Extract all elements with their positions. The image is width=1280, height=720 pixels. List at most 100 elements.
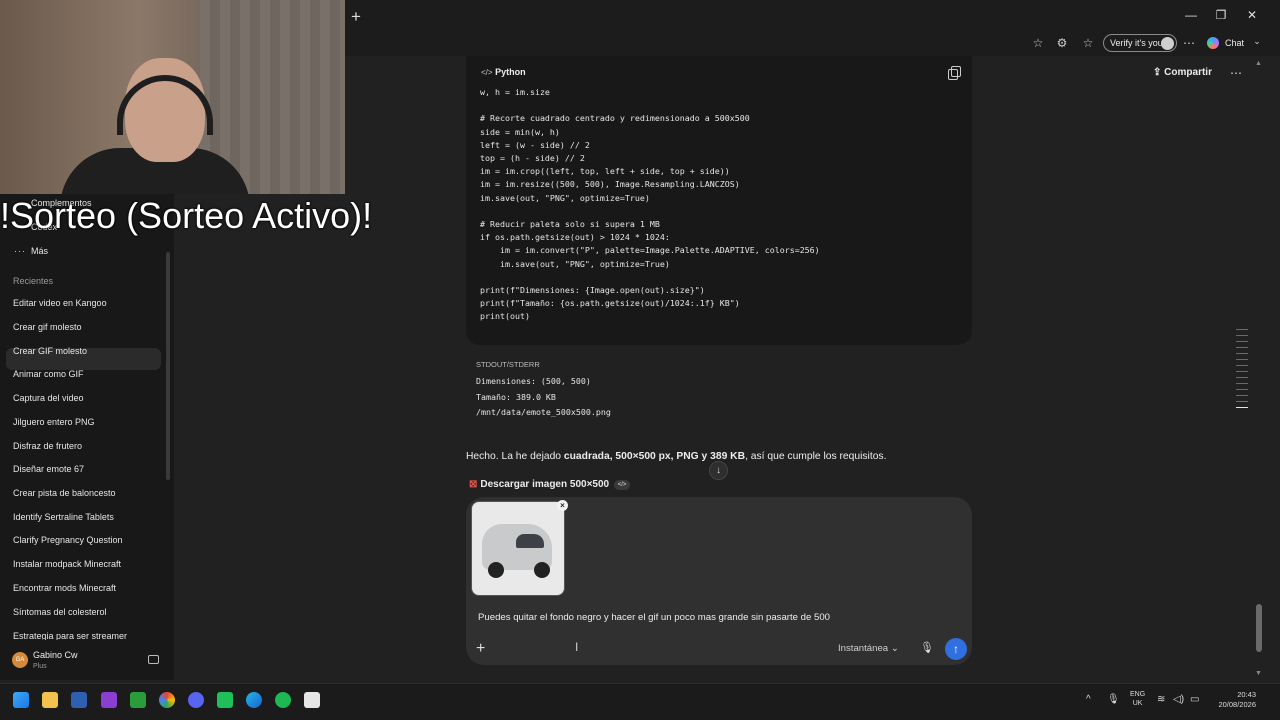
scroll-down-arrow[interactable]: ▼ bbox=[1255, 670, 1262, 677]
user-avatar[interactable]: GA bbox=[12, 652, 28, 668]
code-language: Python bbox=[495, 67, 526, 77]
file-explorer-icon[interactable] bbox=[42, 692, 58, 708]
tray-chevron-icon[interactable]: ^ bbox=[1086, 694, 1091, 705]
spotify-icon[interactable] bbox=[275, 692, 291, 708]
code-badge[interactable]: </> bbox=[614, 480, 631, 490]
page-scrollbar[interactable] bbox=[1256, 604, 1262, 652]
edge-icon[interactable] bbox=[246, 692, 262, 708]
sidebar-scrollbar[interactable] bbox=[166, 252, 170, 480]
sidebar-recent-item[interactable]: Crear pista de baloncesto bbox=[13, 488, 116, 498]
sidebar-item-mas[interactable]: Más bbox=[31, 246, 48, 256]
model-mode-select[interactable]: Instantánea ⌄ bbox=[838, 643, 899, 654]
code-line: im.save(out, "PNG", optimize=True) bbox=[480, 258, 670, 269]
app-icon[interactable] bbox=[101, 692, 117, 708]
screen: + — ❐ ✕ ☆ ⚙ ☆ Verify it's you ⋯ Chat ⌄ C… bbox=[0, 0, 1280, 720]
broken-image-icon: ⊠ bbox=[469, 479, 478, 490]
copy-icon[interactable] bbox=[948, 66, 961, 80]
remove-attachment-icon[interactable]: × bbox=[557, 500, 568, 511]
volume-icon[interactable]: ◁) bbox=[1173, 694, 1184, 705]
more-menu-icon[interactable]: ⋯ bbox=[1181, 36, 1197, 50]
close-window-button[interactable]: ✕ bbox=[1245, 8, 1259, 22]
store-icon[interactable] bbox=[71, 692, 87, 708]
copilot-chat-button[interactable]: Chat bbox=[1225, 38, 1244, 48]
sidebar-recent-item[interactable]: Disfraz de frutero bbox=[13, 441, 82, 451]
code-line: im.save(out, "PNG", optimize=True) bbox=[480, 192, 650, 203]
sidebar-recent-item[interactable]: Crear GIF molesto bbox=[13, 346, 87, 356]
sidebar-recent-item[interactable]: Captura del video bbox=[13, 393, 84, 403]
profile-verify-button[interactable]: Verify it's you bbox=[1103, 34, 1177, 52]
windows-start-icon[interactable] bbox=[13, 692, 29, 708]
code-line: im = im.resize((500, 500), Image.Resampl… bbox=[480, 179, 740, 190]
favorites-icon[interactable]: ☆ bbox=[1080, 36, 1096, 50]
mic-tray-icon[interactable]: 🎙 bbox=[1107, 694, 1120, 705]
code-line: # Recorte cuadrado centrado y redimensio… bbox=[480, 113, 750, 124]
mode-label: Instantánea bbox=[838, 643, 889, 654]
scroll-down-button[interactable]: ↓ bbox=[709, 461, 728, 480]
download-link[interactable]: ⊠ Descargar imagen 500×500 </> bbox=[469, 479, 631, 490]
user-name[interactable]: Gabino Cw bbox=[33, 650, 78, 660]
webcam-overlay bbox=[0, 0, 345, 194]
code-line: # Reducir paleta solo si supera 1 MB bbox=[480, 219, 660, 230]
time: 20:43 bbox=[1237, 690, 1256, 699]
minimize-button[interactable]: — bbox=[1184, 8, 1198, 22]
app-icon[interactable] bbox=[217, 692, 233, 708]
code-line: print(f"Dimensiones: {Image.open(out).si… bbox=[480, 285, 705, 296]
share-button[interactable]: ⇪ Compartir bbox=[1153, 67, 1212, 78]
code-content: w, h = im.size # Recorte cuadrado centra… bbox=[480, 86, 820, 324]
sidebar-recent-item[interactable]: Síntomas del colesterol bbox=[13, 607, 107, 617]
van-wheel bbox=[534, 562, 550, 578]
wifi-icon[interactable]: ≋ bbox=[1157, 694, 1165, 705]
sidebar-recent-item[interactable]: Jilguero entero PNG bbox=[13, 417, 95, 427]
stdout-line: Tamaño: 389.0 KB bbox=[476, 391, 556, 402]
extensions-icon[interactable]: ⚙ bbox=[1054, 36, 1070, 50]
conversation-minimap[interactable] bbox=[1236, 329, 1248, 413]
sidebar-recent-item[interactable]: Instalar modpack Minecraft bbox=[13, 559, 121, 569]
conversation-more-icon[interactable]: ⋯ bbox=[1230, 66, 1242, 80]
add-attachment-button[interactable]: + bbox=[476, 640, 485, 658]
sidebar-recent-item[interactable]: Diseñar emote 67 bbox=[13, 464, 84, 474]
stdout-content: Dimensiones: (500, 500) Tamaño: 389.0 KB /… bbox=[476, 374, 611, 421]
app-icon[interactable] bbox=[304, 692, 320, 708]
sidebar-recent-item[interactable]: Editar video en Kangoo bbox=[13, 298, 107, 308]
chevron-down-icon: ⌄ bbox=[890, 643, 899, 654]
code-line: if os.path.getsize(out) > 1024 * 1024: bbox=[480, 232, 670, 243]
date: 20/08/2026 bbox=[1218, 700, 1256, 709]
address-bar[interactable] bbox=[346, 32, 1026, 54]
answer-suffix: , así que cumple los requisitos. bbox=[745, 451, 887, 462]
copilot-icon[interactable] bbox=[1207, 37, 1219, 49]
sidebar-recent-item[interactable]: Crear gif molesto bbox=[13, 322, 82, 332]
chevron-down-icon[interactable]: ⌄ bbox=[1249, 36, 1265, 47]
xbox-icon[interactable] bbox=[130, 692, 146, 708]
language-indicator[interactable]: ENG UK bbox=[1130, 690, 1145, 708]
clock[interactable]: 20:43 20/08/2026 bbox=[1214, 690, 1256, 710]
attached-image-thumbnail[interactable] bbox=[471, 501, 565, 596]
code-line: side = min(w, h) bbox=[480, 126, 560, 137]
share-label: Compartir bbox=[1164, 67, 1212, 78]
lang-code: ENG bbox=[1130, 691, 1146, 698]
chrome-icon[interactable] bbox=[159, 692, 175, 708]
download-label: Descargar imagen 500×500 bbox=[480, 479, 610, 490]
more-dots-icon: ··· bbox=[14, 246, 26, 256]
send-button[interactable]: ↑ bbox=[945, 638, 967, 660]
sidebar-recent-item[interactable]: Animar como GIF bbox=[13, 369, 84, 379]
code-line: im = im.crop((left, top, left + side, to… bbox=[480, 166, 730, 177]
sidebar-recent-item[interactable]: Identify Sertraline Tablets bbox=[13, 512, 114, 522]
scroll-up-arrow[interactable]: ▲ bbox=[1255, 60, 1262, 67]
microphone-icon[interactable]: 🎙 bbox=[920, 641, 934, 654]
prompt-input[interactable]: Puedes quitar el fondo negro y hacer el … bbox=[478, 612, 830, 623]
maximize-button[interactable]: ❐ bbox=[1214, 8, 1228, 22]
discord-icon[interactable] bbox=[188, 692, 204, 708]
user-menu-icon[interactable] bbox=[148, 655, 159, 664]
code-line: print(f"Tamaño: {os.path.getsize(out)/10… bbox=[480, 298, 740, 309]
sidebar-recent-item[interactable]: Encontrar mods Minecraft bbox=[13, 583, 116, 593]
code-line: im = im.convert("P", palette=Image.Palet… bbox=[480, 245, 820, 256]
sidebar-recent-item[interactable]: Clarify Pregnancy Question bbox=[13, 535, 123, 545]
code-line: left = (w - side) // 2 bbox=[480, 139, 590, 150]
sidebar-recent-item[interactable]: Estrategia para ser streamer bbox=[13, 631, 127, 640]
new-tab-button[interactable]: + bbox=[348, 7, 364, 27]
star-icon[interactable]: ☆ bbox=[1030, 36, 1046, 50]
battery-icon[interactable]: ▭ bbox=[1190, 694, 1199, 705]
